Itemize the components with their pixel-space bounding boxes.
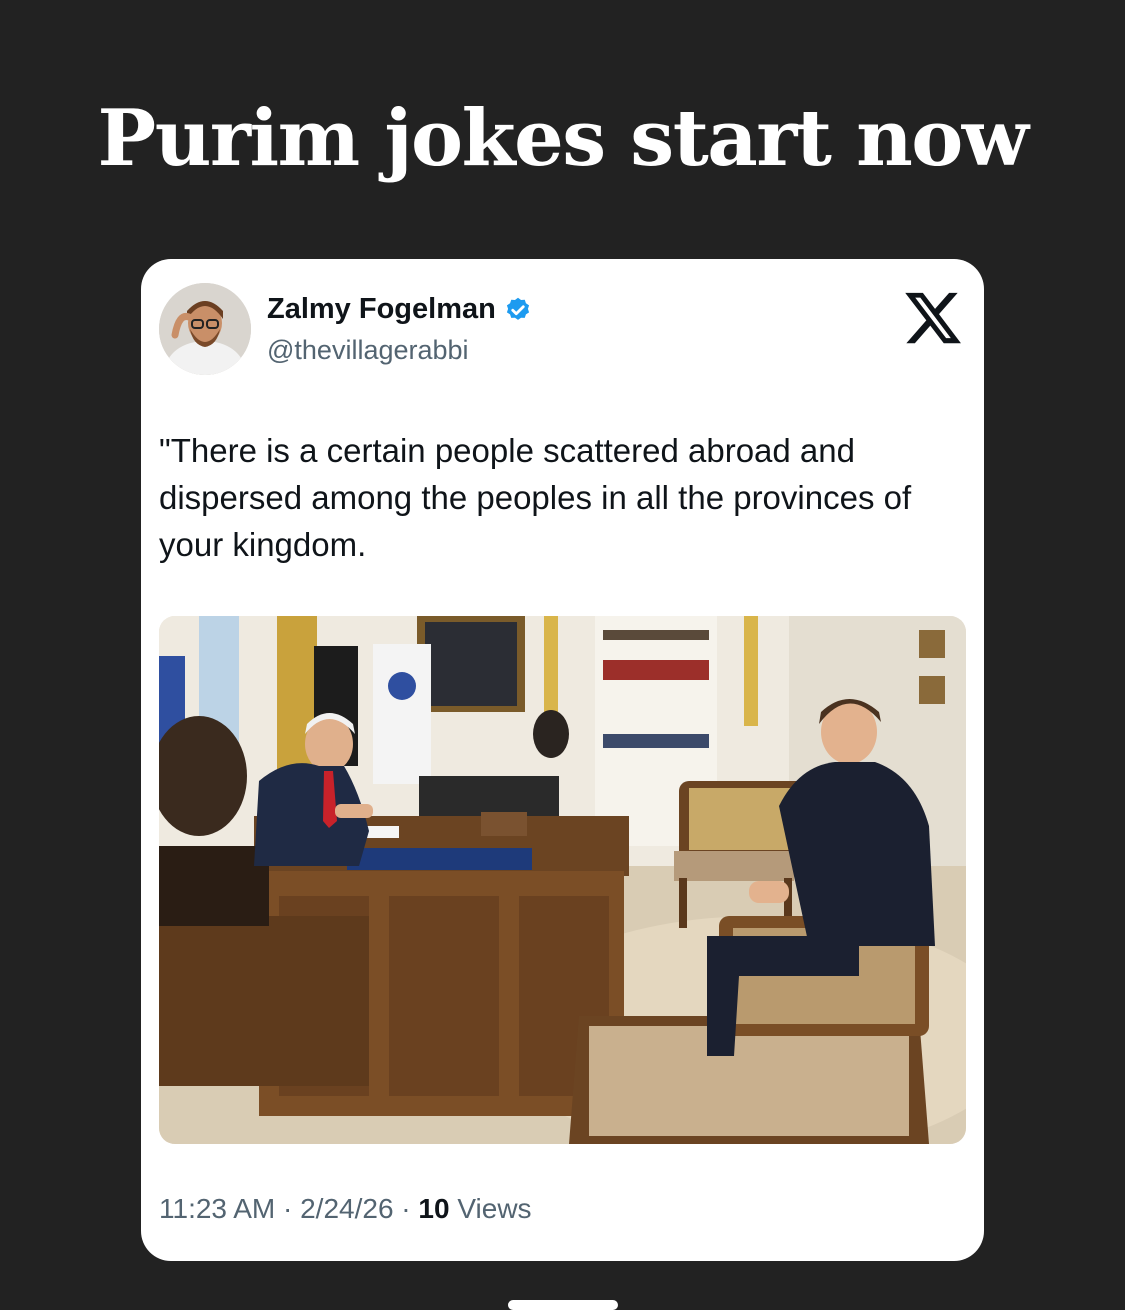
oval-office-photo [159, 616, 966, 1144]
avatar-image [159, 283, 251, 375]
post-meta: 11:23 AM · 2/24/26 · 10 Views [159, 1193, 532, 1225]
post-card[interactable]: Zalmy Fogelman @thevillagerabbi "There i… [141, 259, 984, 1261]
post-timestamp[interactable]: 11:23 AM · 2/24/26 · [159, 1193, 418, 1224]
views-label: Views [449, 1193, 532, 1224]
author-name: Zalmy Fogelman [267, 293, 496, 325]
post-image[interactable] [159, 616, 966, 1144]
x-logo-icon[interactable] [902, 287, 964, 349]
views-count: 10 [418, 1193, 450, 1224]
home-indicator[interactable] [508, 1300, 618, 1310]
post-text: "There is a certain people scattered abr… [159, 432, 912, 563]
headline: Purim jokes start now [97, 93, 1029, 184]
display-name[interactable]: Zalmy Fogelman [267, 293, 532, 326]
author-handle[interactable]: @thevillagerabbi [267, 335, 469, 366]
verified-badge-icon [506, 297, 529, 320]
avatar[interactable] [159, 283, 251, 375]
